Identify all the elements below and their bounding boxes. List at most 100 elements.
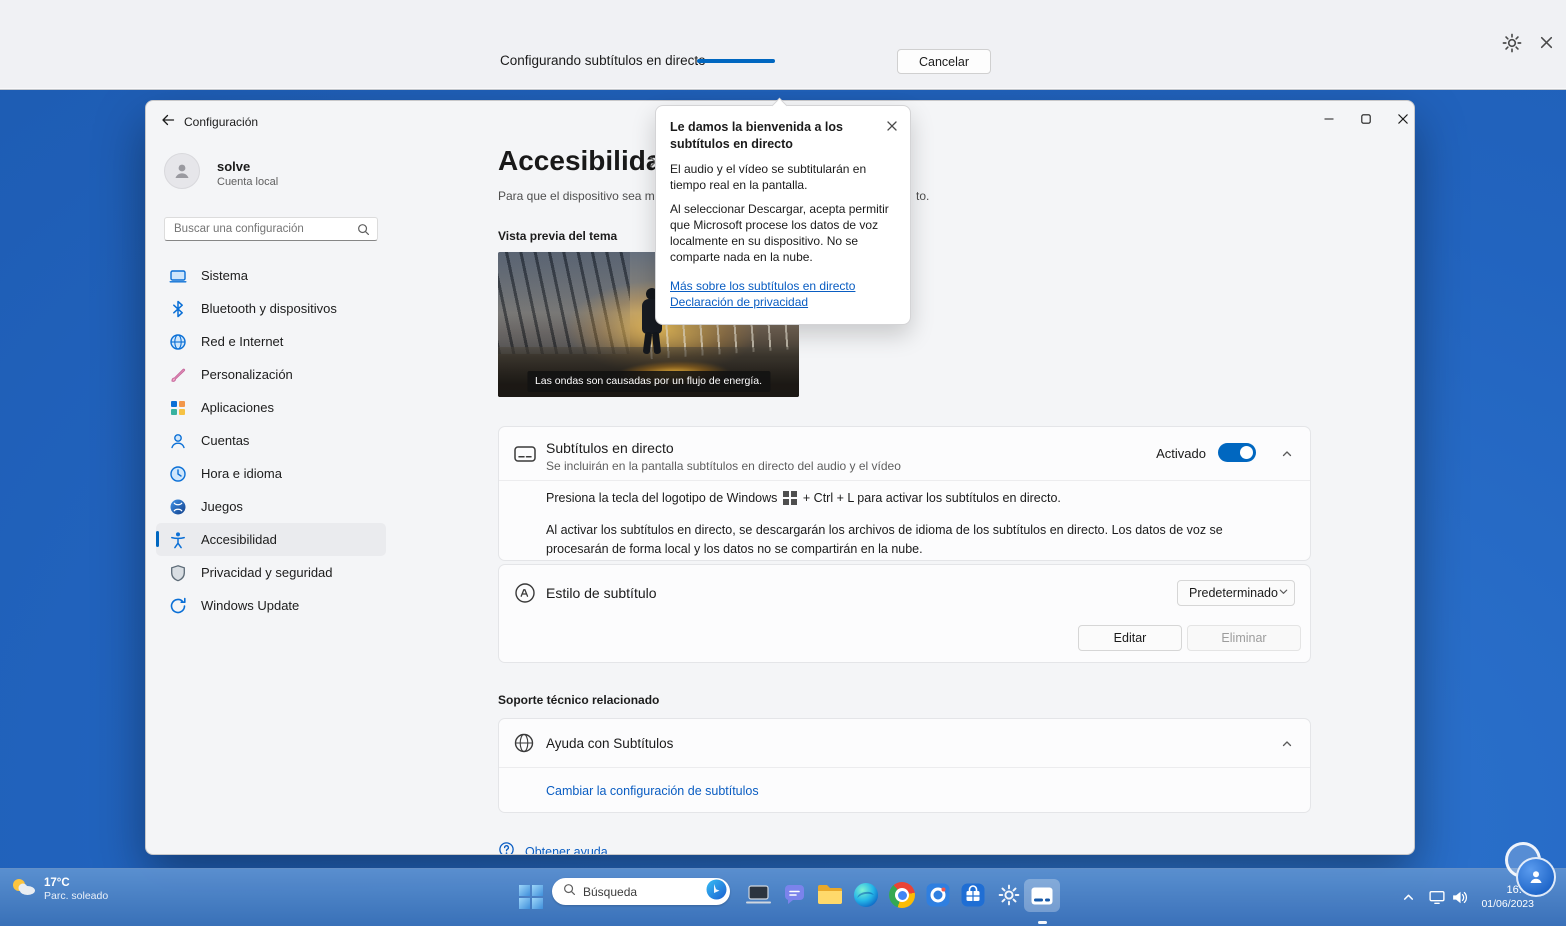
taskbar-search[interactable]: Búsqueda: [552, 878, 730, 905]
clock-date: 01/06/2023: [1481, 898, 1534, 910]
related-support-header: Soporte técnico relacionado: [498, 693, 660, 707]
captions-settings-gear-icon[interactable]: [1501, 32, 1523, 54]
live-captions-toggle[interactable]: [1218, 443, 1256, 462]
weather-icon: [10, 876, 36, 903]
caption-style-dropdown[interactable]: Predeterminado: [1177, 580, 1295, 606]
help-card: Ayuda con Subtítulos Cambiar la configur…: [498, 718, 1311, 813]
collapse-chevron-icon[interactable]: [1276, 733, 1298, 755]
sidebar-item-label: Red e Internet: [201, 334, 284, 349]
sidebar-item-bluetooth[interactable]: Bluetooth y dispositivos: [156, 292, 386, 325]
bing-icon: [706, 879, 727, 905]
shortcut-text-pre: Presiona la tecla del logotipo de Window…: [546, 491, 778, 505]
search-icon: [357, 223, 370, 241]
toggle-state-label: Activado: [1156, 446, 1206, 461]
sidebar-item-label: Personalización: [201, 367, 293, 382]
change-captions-settings-link[interactable]: Cambiar la configuración de subtítulos: [546, 784, 759, 798]
popup-title: Le damos la bienvenida a los subtítulos …: [670, 120, 843, 151]
search-icon: [563, 883, 576, 901]
popup-body-2: Al seleccionar Descargar, acepta permiti…: [670, 202, 889, 264]
apps-icon: [169, 399, 187, 417]
file-explorer-icon[interactable]: [816, 881, 844, 909]
search-input[interactable]: [165, 218, 349, 240]
sidebar-item-hora-idioma[interactable]: Hora e idioma: [156, 457, 386, 490]
card-divider: [499, 767, 1310, 768]
network-icon: [169, 333, 187, 351]
store-app-icon[interactable]: [959, 881, 987, 909]
download-note: Al activar los subtítulos en directo, se…: [546, 523, 1223, 557]
avatar[interactable]: [164, 153, 200, 189]
assistant-bubble-button[interactable]: [1516, 857, 1556, 897]
chrome-icon[interactable]: [888, 881, 916, 909]
get-help-row: Obtener ayuda: [498, 841, 608, 854]
account-type: Cuenta local: [217, 176, 279, 188]
chevron-down-icon: [1278, 586, 1289, 600]
back-icon[interactable]: [160, 112, 180, 132]
desktop: Configurando subtítulos en directo Cance…: [0, 0, 1566, 926]
shortcut-text-post: + Ctrl + L para activar los subtítulos e…: [802, 491, 1061, 505]
system-icon: [169, 267, 187, 285]
help-card-title: Ayuda con Subtítulos: [546, 736, 674, 751]
edge-icon[interactable]: [852, 881, 880, 909]
live-captions-app-icon[interactable]: [1024, 879, 1060, 912]
collapse-chevron-icon[interactable]: [1276, 443, 1298, 465]
active-app-indicator: [1038, 921, 1047, 924]
hidden-icons-chevron-icon[interactable]: [1402, 891, 1415, 909]
live-captions-card: Subtítulos en directo Se incluirán en la…: [498, 426, 1311, 561]
close-button[interactable]: [1388, 108, 1414, 130]
sidebar-item-label: Hora e idioma: [201, 466, 282, 481]
sidebar-item-windows-update[interactable]: Windows Update: [156, 589, 386, 622]
cancel-button[interactable]: Cancelar: [897, 49, 991, 74]
sidebar-item-personalizacion[interactable]: Personalización: [156, 358, 386, 391]
settings-search-box: [164, 217, 378, 241]
live-captions-bar: Configurando subtítulos en directo Cance…: [0, 0, 1566, 90]
toggle-knob: [1240, 446, 1253, 459]
windows-logo-icon: [783, 491, 797, 505]
caption-style-card: Estilo de subtítulo Predeterminado Edita…: [498, 564, 1311, 663]
edit-button[interactable]: Editar: [1078, 625, 1182, 651]
teams-chat-icon[interactable]: [780, 881, 808, 909]
maximize-button[interactable]: [1351, 108, 1381, 130]
popup-close-icon[interactable]: [884, 118, 900, 134]
accounts-icon: [169, 432, 187, 450]
sidebar-item-red-internet[interactable]: Red e Internet: [156, 325, 386, 358]
weather-widget[interactable]: 17°C Parc. soleado: [10, 876, 108, 903]
windows-update-icon: [169, 597, 187, 615]
delete-button[interactable]: Eliminar: [1187, 625, 1301, 651]
help-globe-icon: [513, 732, 535, 759]
privacy-shield-icon: [169, 564, 187, 582]
accessibility-icon: [169, 531, 187, 549]
sidebar-item-privacidad[interactable]: Privacidad y seguridad: [156, 556, 386, 589]
weather-temperature: 17°C: [44, 876, 70, 889]
start-button[interactable]: [519, 885, 543, 909]
page-intro-left: Para que el dispositivo sea más: [498, 189, 668, 203]
live-captions-subtitle: Se incluirán en la pantalla subtítulos e…: [546, 459, 901, 473]
sidebar-item-label: Aplicaciones: [201, 400, 274, 415]
privacy-statement-link[interactable]: Declaración de privacidad: [670, 295, 896, 311]
page-intro-right: to.: [916, 189, 930, 203]
time-language-icon: [169, 465, 187, 483]
sidebar-item-juegos[interactable]: Juegos: [156, 490, 386, 523]
caption-style-icon: [513, 581, 537, 610]
minimize-button[interactable]: [1314, 108, 1344, 130]
user-name: solve: [217, 159, 251, 174]
sidebar-item-aplicaciones[interactable]: Aplicaciones: [156, 391, 386, 424]
live-captions-title: Subtítulos en directo: [546, 440, 674, 456]
shortcut-hint: Presiona la tecla del logotipo de Window…: [546, 491, 1061, 505]
settings-gear-icon[interactable]: [995, 881, 1023, 909]
network-icon[interactable]: [1428, 888, 1446, 911]
sidebar-item-accesibilidad[interactable]: Accesibilidad: [156, 523, 386, 556]
live-captions-icon: [513, 442, 537, 471]
get-help-link[interactable]: Obtener ayuda: [525, 845, 608, 854]
more-about-captions-link[interactable]: Más sobre los subtítulos en directo: [670, 279, 896, 295]
get-help-icon: [498, 841, 515, 854]
sidebar-item-label: Sistema: [201, 268, 248, 283]
taskbar: 17°C Parc. soleado Búsqueda 01/06/2023: [0, 868, 1566, 926]
laptop-app-icon[interactable]: [744, 881, 772, 909]
sidebar-item-sistema[interactable]: Sistema: [156, 259, 386, 292]
card-divider: [499, 480, 1310, 481]
sidebar-nav: Sistema Bluetooth y dispositivos Red e I…: [156, 259, 386, 622]
sidebar-item-cuentas[interactable]: Cuentas: [156, 424, 386, 457]
photos-app-icon[interactable]: [924, 881, 952, 909]
captions-close-icon[interactable]: [1539, 35, 1555, 51]
preview-caption-overlay: Las ondas son causadas por un flujo de e…: [526, 371, 771, 392]
